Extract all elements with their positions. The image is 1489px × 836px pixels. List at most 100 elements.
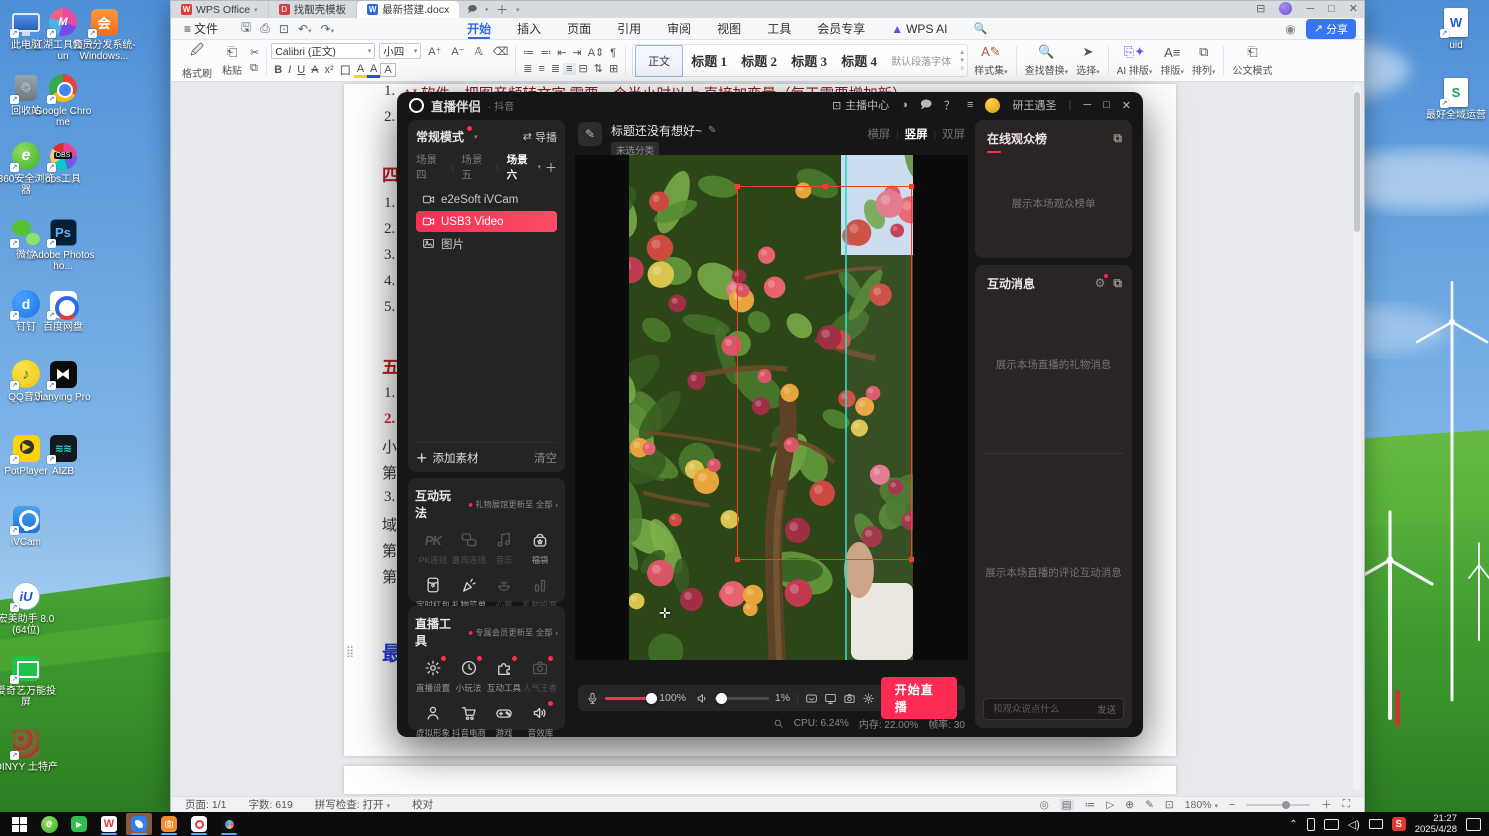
popout-icon[interactable]: ⧉ xyxy=(1113,131,1122,146)
add-material-button[interactable]: ＋添加素材 xyxy=(416,450,479,466)
360-tray-icon[interactable]: S xyxy=(1391,817,1406,831)
italic-icon[interactable]: I xyxy=(285,64,294,76)
desktop-icon-aizb[interactable]: ≋≋ ↗ AIZB xyxy=(31,432,95,477)
message-settings-gear-icon[interactable]: ⚙ xyxy=(1095,274,1109,291)
start-button[interactable] xyxy=(6,813,32,835)
clear-sources-button[interactable]: 清空 xyxy=(534,450,557,466)
page-view-icon[interactable]: ▤ xyxy=(1059,798,1074,811)
desktop-icon-chrome[interactable]: ↗ Google Chrome xyxy=(31,72,95,128)
style-标题 3[interactable]: 标题 3 xyxy=(785,45,833,77)
display-icon[interactable] xyxy=(1323,818,1339,830)
tab-list-chevron-icon[interactable]: ▾ xyxy=(516,6,520,14)
play-view-icon[interactable]: ▷ xyxy=(1106,799,1114,811)
menu-引用[interactable]: 引用 xyxy=(604,18,654,39)
align-right-icon[interactable]: ≣ xyxy=(548,62,563,75)
undo-icon[interactable]: ↶▾ xyxy=(298,22,312,36)
font-name-select[interactable]: Calibri (正文) ▾ xyxy=(271,43,376,59)
volume-icon[interactable]: ◁) xyxy=(1348,818,1360,831)
typeset-button[interactable]: A≡ 排版▾ xyxy=(1156,42,1188,79)
tool-福袋[interactable]: 福袋 xyxy=(522,530,558,566)
borders-icon[interactable]: ⊞ xyxy=(606,62,621,75)
taskbar-clock[interactable]: 21:27 2025/4/28 xyxy=(1415,813,1457,835)
video-preview-area[interactable]: ✛ xyxy=(575,155,968,660)
taskbar-app-obs-live[interactable] xyxy=(186,813,212,835)
para-mark-icon[interactable]: ¶ xyxy=(607,47,619,59)
tab-current-doc[interactable]: W 最新搭建.docx xyxy=(357,1,460,18)
layout-switch-icon[interactable]: ⊟ xyxy=(1256,2,1265,15)
gov-doc-mode-button[interactable]: ⎗ 公文模式 xyxy=(1228,42,1276,79)
menu-会员专享[interactable]: 会员专享 xyxy=(804,18,878,39)
maximize-button[interactable]: □ xyxy=(1103,99,1110,111)
menu-页面[interactable]: 页面 xyxy=(554,18,604,39)
scene-tab-场景五[interactable]: 场景五 xyxy=(461,152,488,182)
save-icon[interactable]: 🖫 xyxy=(241,18,251,39)
document-page-next[interactable] xyxy=(344,766,1176,794)
taskbar-app-browser-360[interactable]: e xyxy=(36,813,62,835)
justify-icon[interactable]: ≡ xyxy=(563,62,576,75)
eye-protect-icon[interactable]: ◎ xyxy=(1040,799,1049,811)
highlight-color-icon[interactable]: A xyxy=(353,63,368,78)
fit-page-icon[interactable]: ⊡ xyxy=(1165,799,1174,811)
feedback-bubble-icon[interactable]: 🗩 xyxy=(467,2,477,18)
tool-人气王者[interactable]: 人气王者 xyxy=(522,656,558,694)
desktop-icon-excel-doc[interactable]: S ↗ 最好全域运营 xyxy=(1424,76,1488,121)
tab-wps-home[interactable]: W WPS Office ▾ xyxy=(171,1,269,18)
ribbon-search-icon[interactable]: 🔍 xyxy=(960,18,1000,39)
tool-抖音电商[interactable]: 抖音电商 xyxy=(451,703,487,739)
anchor-center-button[interactable]: ⊡ 主播中心 xyxy=(832,97,889,113)
char-shading-icon[interactable]: A xyxy=(380,63,396,77)
select-button[interactable]: ➤ 选择▾ xyxy=(1072,42,1104,79)
minimize-button[interactable]: ─ xyxy=(1083,99,1091,111)
director-mode-button[interactable]: ⇄ 导播 xyxy=(523,129,557,145)
scene-tab-场景六[interactable]: 场景六 xyxy=(507,152,534,182)
send-button[interactable]: 发送 xyxy=(1097,702,1116,716)
ai-layout-button[interactable]: ⎘✦ AI 排版▾ xyxy=(1113,42,1157,79)
battery-icon[interactable] xyxy=(1306,817,1315,831)
bullet-list-icon[interactable]: ≔ xyxy=(520,46,537,59)
shrink-font-icon[interactable]: A⁻ xyxy=(448,45,467,58)
print-icon[interactable]: ⎙ xyxy=(260,21,270,36)
decrease-indent-icon[interactable]: ⇤ xyxy=(554,46,569,59)
tool-直播设置[interactable]: 直播设置 xyxy=(415,656,451,694)
user-avatar[interactable] xyxy=(985,97,1001,113)
style-标题 2[interactable]: 标题 2 xyxy=(735,45,783,77)
desktop-icon-screen-cast[interactable]: ↗ 爱奇艺万能投屏 xyxy=(0,652,58,708)
edit-mode-icon[interactable]: ✎ xyxy=(1145,799,1154,811)
menu-工具[interactable]: 工具 xyxy=(754,18,804,39)
privacy-mode-icon[interactable] xyxy=(805,692,818,705)
feedback-icon[interactable]: 🗩 xyxy=(920,96,932,115)
paste-button[interactable]: ⎗ 粘贴 xyxy=(217,42,247,79)
desktop-icon-photoshop[interactable]: Ps ↗ Adobe Photosho... xyxy=(31,216,95,272)
desktop-icon-jianying-pro[interactable]: ⧓ ↗ Jianying Pro xyxy=(31,358,95,403)
chat-input[interactable] xyxy=(991,702,1097,716)
taskbar-app-wps-office[interactable]: W xyxy=(96,813,122,835)
file-menu[interactable]: ≡ 文件 xyxy=(171,18,231,39)
word-count[interactable]: 字数: 619 xyxy=(248,797,292,812)
viewers-tab[interactable]: 在线观众榜 xyxy=(987,130,1047,147)
fullscreen-icon[interactable]: ⛶ xyxy=(1343,798,1350,811)
taskbar-app-screen-recorder[interactable]: ▶ xyxy=(66,813,92,835)
find-replace-button[interactable]: 🔍 查找替换▾ xyxy=(1021,42,1073,79)
menu-插入[interactable]: 插入 xyxy=(504,18,554,39)
tool-虚拟形象[interactable]: 虚拟形象 xyxy=(415,703,451,739)
add-scene-button[interactable]: ＋ xyxy=(545,159,557,176)
align-center-icon[interactable]: ≡ xyxy=(535,63,547,75)
member-update-notice[interactable]: 专属会员更新至 全部 › xyxy=(468,626,558,638)
mic-volume-slider[interactable] xyxy=(605,692,657,704)
preview-icon[interactable]: ⊡ xyxy=(279,22,289,36)
mode-chevron-icon[interactable]: ▾ xyxy=(474,133,478,141)
bold-icon[interactable]: B xyxy=(271,64,285,76)
settings-gear-icon[interactable] xyxy=(862,692,875,705)
scene-tab-场景四[interactable]: 场景四 xyxy=(416,152,443,182)
scrollbar-thumb[interactable] xyxy=(1354,92,1360,232)
clear-format-icon[interactable]: ⌫ xyxy=(490,45,512,58)
taskbar-app-camera-app[interactable] xyxy=(156,813,182,835)
font-size-select[interactable]: 小四 ▾ xyxy=(379,43,422,59)
chat-input-box[interactable]: 发送 xyxy=(983,698,1124,720)
start-live-button[interactable]: 开始直播 xyxy=(880,677,958,719)
gift-update-notice[interactable]: 礼物展馆更新至 全部 › xyxy=(468,498,558,510)
cast-tray-icon[interactable] xyxy=(1368,819,1383,829)
tray-expand-icon[interactable]: ⌃ xyxy=(1289,819,1297,830)
source-item-e2eSoft iVCam[interactable]: e2eSoft iVCam xyxy=(416,189,557,210)
wps-account-avatar[interactable] xyxy=(1279,2,1293,15)
